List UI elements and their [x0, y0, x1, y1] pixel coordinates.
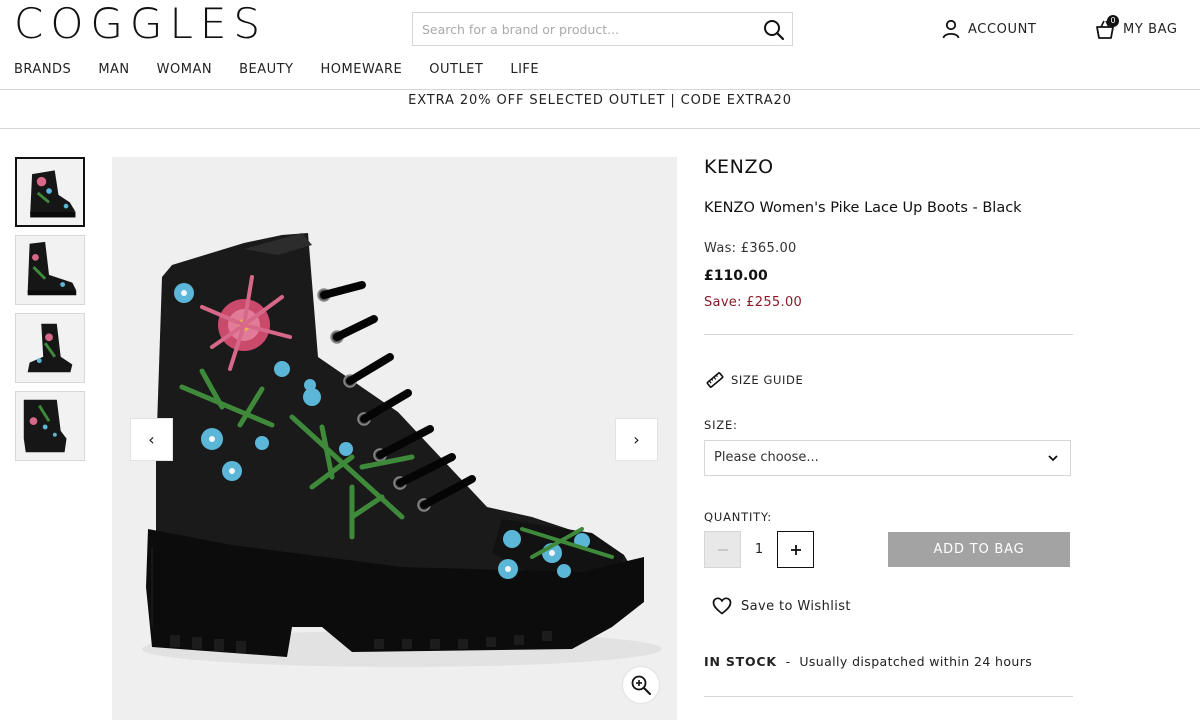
nav-item-brands[interactable]: BRANDS: [14, 62, 71, 77]
nav-item-man[interactable]: MAN: [98, 62, 129, 77]
wishlist-label: Save to Wishlist: [741, 598, 851, 614]
search-icon[interactable]: [762, 18, 786, 42]
nav-item-beauty[interactable]: BEAUTY: [239, 62, 293, 77]
account-link[interactable]: ACCOUNT: [942, 18, 1036, 40]
nav-item-life[interactable]: LIFE: [510, 62, 539, 77]
size-guide-link[interactable]: SIZE GUIDE: [706, 371, 803, 389]
site-logo[interactable]: COGGLES: [14, 2, 267, 46]
ruler-icon: [706, 372, 724, 388]
quantity-label: QUANTITY:: [704, 510, 772, 524]
nav-item-homeware[interactable]: HOMEWARE: [321, 62, 403, 77]
product-thumbnail[interactable]: [15, 313, 85, 383]
nav-item-outlet[interactable]: OUTLET: [429, 62, 483, 77]
size-select[interactable]: Please choose...: [704, 440, 1071, 476]
save-to-wishlist-button[interactable]: Save to Wishlist: [712, 597, 851, 615]
quantity-decrease-button[interactable]: [704, 531, 741, 568]
product-brand[interactable]: KENZO: [704, 156, 774, 178]
chevron-down-icon: [1048, 455, 1058, 462]
my-bag-link[interactable]: 0 MY BAG: [1095, 14, 1178, 44]
search-input[interactable]: [413, 13, 753, 45]
previous-image-button[interactable]: ‹: [130, 418, 173, 461]
plus-icon: [790, 544, 801, 555]
nav-item-woman[interactable]: WOMAN: [157, 62, 212, 77]
minus-icon: [717, 548, 728, 551]
account-label: ACCOUNT: [968, 21, 1037, 37]
bag-label: MY BAG: [1123, 21, 1178, 37]
promo-divider: [0, 128, 1200, 129]
product-thumbnail[interactable]: [15, 235, 85, 305]
bag-count-badge: 0: [1107, 15, 1119, 27]
quantity-increase-button[interactable]: [777, 531, 814, 568]
product-main-image[interactable]: ‹ ›: [112, 157, 677, 720]
stock-divider: [704, 696, 1073, 697]
add-to-bag-button[interactable]: ADD TO BAG: [888, 532, 1070, 567]
price-divider: [704, 334, 1073, 335]
dispatch-text: Usually dispatched within 24 hours: [799, 654, 1033, 669]
current-price: £110.00: [704, 268, 768, 284]
size-guide-label: SIZE GUIDE: [731, 373, 804, 387]
main-nav: BRANDS MAN WOMAN BEAUTY HOMEWARE OUTLET …: [14, 62, 566, 77]
bag-icon: 0: [1095, 15, 1119, 40]
stock-separator: -: [785, 654, 791, 669]
search-box: [412, 12, 793, 46]
boot-illustration: [142, 233, 662, 667]
zoom-in-icon: [631, 675, 651, 695]
zoom-button[interactable]: [623, 667, 659, 703]
product-thumbnail[interactable]: [15, 391, 85, 461]
size-select-value: Please choose...: [714, 450, 819, 465]
product-thumbnail[interactable]: [15, 157, 85, 227]
size-label: SIZE:: [704, 418, 738, 432]
stock-info: IN STOCK - Usually dispatched within 24 …: [704, 654, 1032, 669]
was-price: Was: £365.00: [704, 241, 797, 256]
chevron-right-icon: ›: [633, 430, 640, 449]
save-amount: Save: £255.00: [704, 295, 803, 310]
account-icon: [942, 19, 960, 39]
stock-status: IN STOCK: [704, 654, 777, 669]
heart-icon: [712, 597, 732, 615]
quantity-value[interactable]: 1: [741, 531, 777, 568]
next-image-button[interactable]: ›: [615, 418, 658, 461]
promo-banner[interactable]: EXTRA 20% OFF SELECTED OUTLET | CODE EXT…: [0, 90, 1200, 128]
chevron-left-icon: ‹: [148, 430, 155, 449]
product-title: KENZO Women's Pike Lace Up Boots - Black: [704, 200, 1022, 216]
